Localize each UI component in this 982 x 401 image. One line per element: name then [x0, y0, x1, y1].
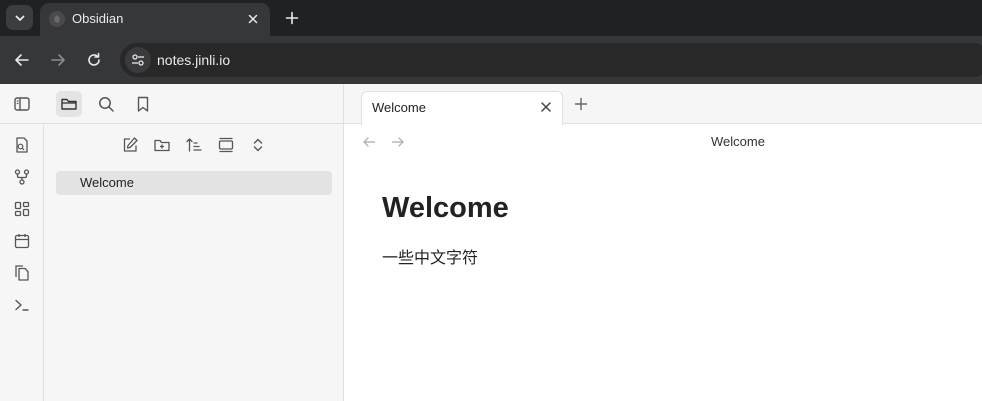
tune-icon: [132, 54, 144, 66]
new-tab-button[interactable]: [281, 7, 303, 29]
browser-tab-title: Obsidian: [72, 11, 124, 26]
view-header: Welcome: [344, 124, 982, 160]
change-sort-order-button[interactable]: [183, 134, 205, 156]
reload-button[interactable]: [83, 49, 105, 71]
file-search-icon: [16, 137, 28, 153]
plus-icon: [285, 11, 299, 25]
arrow-left-icon: [15, 54, 29, 66]
bookmarks-view-button[interactable]: [130, 91, 156, 117]
files-icon: [15, 265, 29, 281]
back-button[interactable]: [11, 49, 33, 71]
reload-icon: [88, 52, 100, 66]
url-text[interactable]: notes.jinli.io: [157, 52, 230, 68]
toggle-sidebar-button[interactable]: [9, 91, 35, 117]
editor-tab-welcome[interactable]: Welcome: [361, 91, 563, 125]
new-folder-button[interactable]: [151, 134, 173, 156]
gallery-vertical-icon: [218, 137, 234, 153]
arrow-right-icon: [51, 54, 65, 66]
open-daily-note-button[interactable]: [11, 230, 33, 252]
terminal-icon: [15, 299, 29, 311]
sidebar-header: [0, 84, 344, 124]
new-editor-tab-button[interactable]: [571, 94, 591, 114]
browser-tab-strip: Obsidian: [0, 0, 982, 36]
editor-area: Welcome Welcome Welcome 一些中文字符: [344, 84, 982, 401]
editor-tab-title: Welcome: [372, 100, 426, 115]
browser-tab[interactable]: Obsidian: [40, 3, 270, 36]
file-item-label: Welcome: [80, 175, 134, 190]
site-info-button[interactable]: [125, 47, 151, 73]
chevrons-up-down-icon: [253, 138, 263, 152]
chevron-down-icon: [15, 15, 24, 21]
close-tab-icon[interactable]: [244, 10, 262, 28]
forward-button[interactable]: [47, 49, 69, 71]
open-quick-switcher-button[interactable]: [11, 134, 33, 156]
search-view-button[interactable]: [93, 91, 119, 117]
open-canvas-button[interactable]: [11, 198, 33, 220]
open-command-palette-button[interactable]: [11, 294, 33, 316]
file-explorer: Welcome: [44, 124, 344, 401]
edit-icon: [123, 137, 138, 152]
note-heading[interactable]: Welcome: [382, 192, 509, 225]
browser-toolbar: notes.jinli.io: [0, 36, 982, 84]
obsidian-app: Welcome Welcome Welcome Welcome 一些中文字符: [0, 84, 982, 401]
file-item-welcome[interactable]: Welcome: [56, 171, 332, 195]
open-graph-view-button[interactable]: [11, 166, 33, 188]
git-fork-icon: [14, 169, 30, 185]
collapse-all-button[interactable]: [247, 134, 269, 156]
layout-dashboard-icon: [14, 201, 30, 217]
calendar-icon: [14, 234, 30, 249]
plus-icon: [574, 97, 588, 111]
folder-plus-icon: [154, 139, 170, 152]
folder-icon: [61, 98, 77, 110]
view-header-title[interactable]: Welcome: [344, 134, 982, 149]
close-icon[interactable]: [538, 99, 554, 115]
auto-reveal-button[interactable]: [215, 134, 237, 156]
files-view-button[interactable]: [56, 91, 82, 117]
note-paragraph[interactable]: 一些中文字符: [382, 244, 478, 268]
left-ribbon: [0, 124, 44, 401]
editor-tab-bar: Welcome: [344, 84, 982, 125]
address-bar[interactable]: notes.jinli.io: [120, 43, 982, 77]
search-icon: [99, 97, 114, 112]
insert-template-button[interactable]: [11, 262, 33, 284]
sidebar-toggle-icon: [14, 97, 30, 111]
bookmark-icon: [137, 96, 149, 112]
obsidian-favicon-icon: [49, 11, 65, 27]
tab-search-button[interactable]: [6, 5, 33, 30]
sort-icon: [186, 138, 202, 152]
new-note-button[interactable]: [119, 134, 141, 156]
